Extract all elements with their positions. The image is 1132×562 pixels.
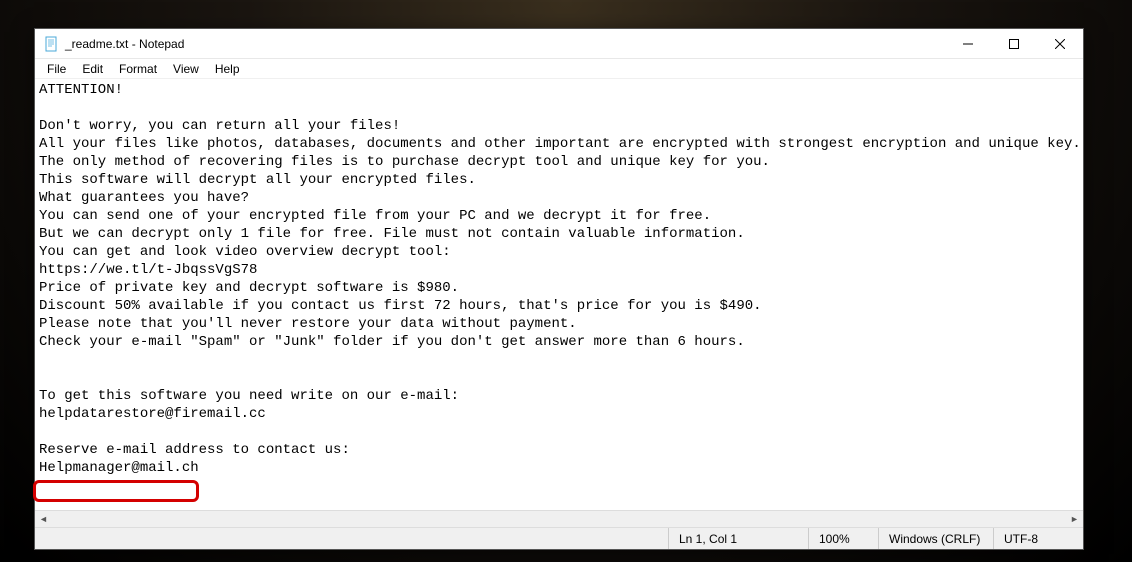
status-line-ending: Windows (CRLF): [878, 528, 993, 549]
horizontal-scrollbar[interactable]: ◄ ►: [35, 510, 1083, 527]
scroll-right-icon[interactable]: ►: [1066, 511, 1083, 528]
maximize-icon: [1009, 39, 1019, 49]
statusbar: Ln 1, Col 1 100% Windows (CRLF) UTF-8: [35, 527, 1083, 549]
close-button[interactable]: [1037, 29, 1083, 59]
menubar: File Edit Format View Help: [35, 59, 1083, 79]
status-encoding: UTF-8: [993, 528, 1083, 549]
menu-edit[interactable]: Edit: [74, 60, 111, 78]
text-editor[interactable]: ATTENTION! Don't worry, you can return a…: [35, 79, 1083, 510]
notepad-window: _readme.txt - Notepad File Edit Format V…: [34, 28, 1084, 550]
window-title: _readme.txt - Notepad: [65, 37, 945, 51]
menu-file[interactable]: File: [39, 60, 74, 78]
window-controls: [945, 29, 1083, 58]
maximize-button[interactable]: [991, 29, 1037, 59]
menu-view[interactable]: View: [165, 60, 207, 78]
minimize-button[interactable]: [945, 29, 991, 59]
close-icon: [1055, 39, 1065, 49]
menu-help[interactable]: Help: [207, 60, 248, 78]
menu-format[interactable]: Format: [111, 60, 165, 78]
status-position: Ln 1, Col 1: [668, 528, 808, 549]
status-spacer: [35, 528, 668, 549]
status-zoom: 100%: [808, 528, 878, 549]
notepad-icon: [43, 36, 59, 52]
minimize-icon: [963, 39, 973, 49]
scroll-left-icon[interactable]: ◄: [35, 511, 52, 528]
titlebar[interactable]: _readme.txt - Notepad: [35, 29, 1083, 59]
